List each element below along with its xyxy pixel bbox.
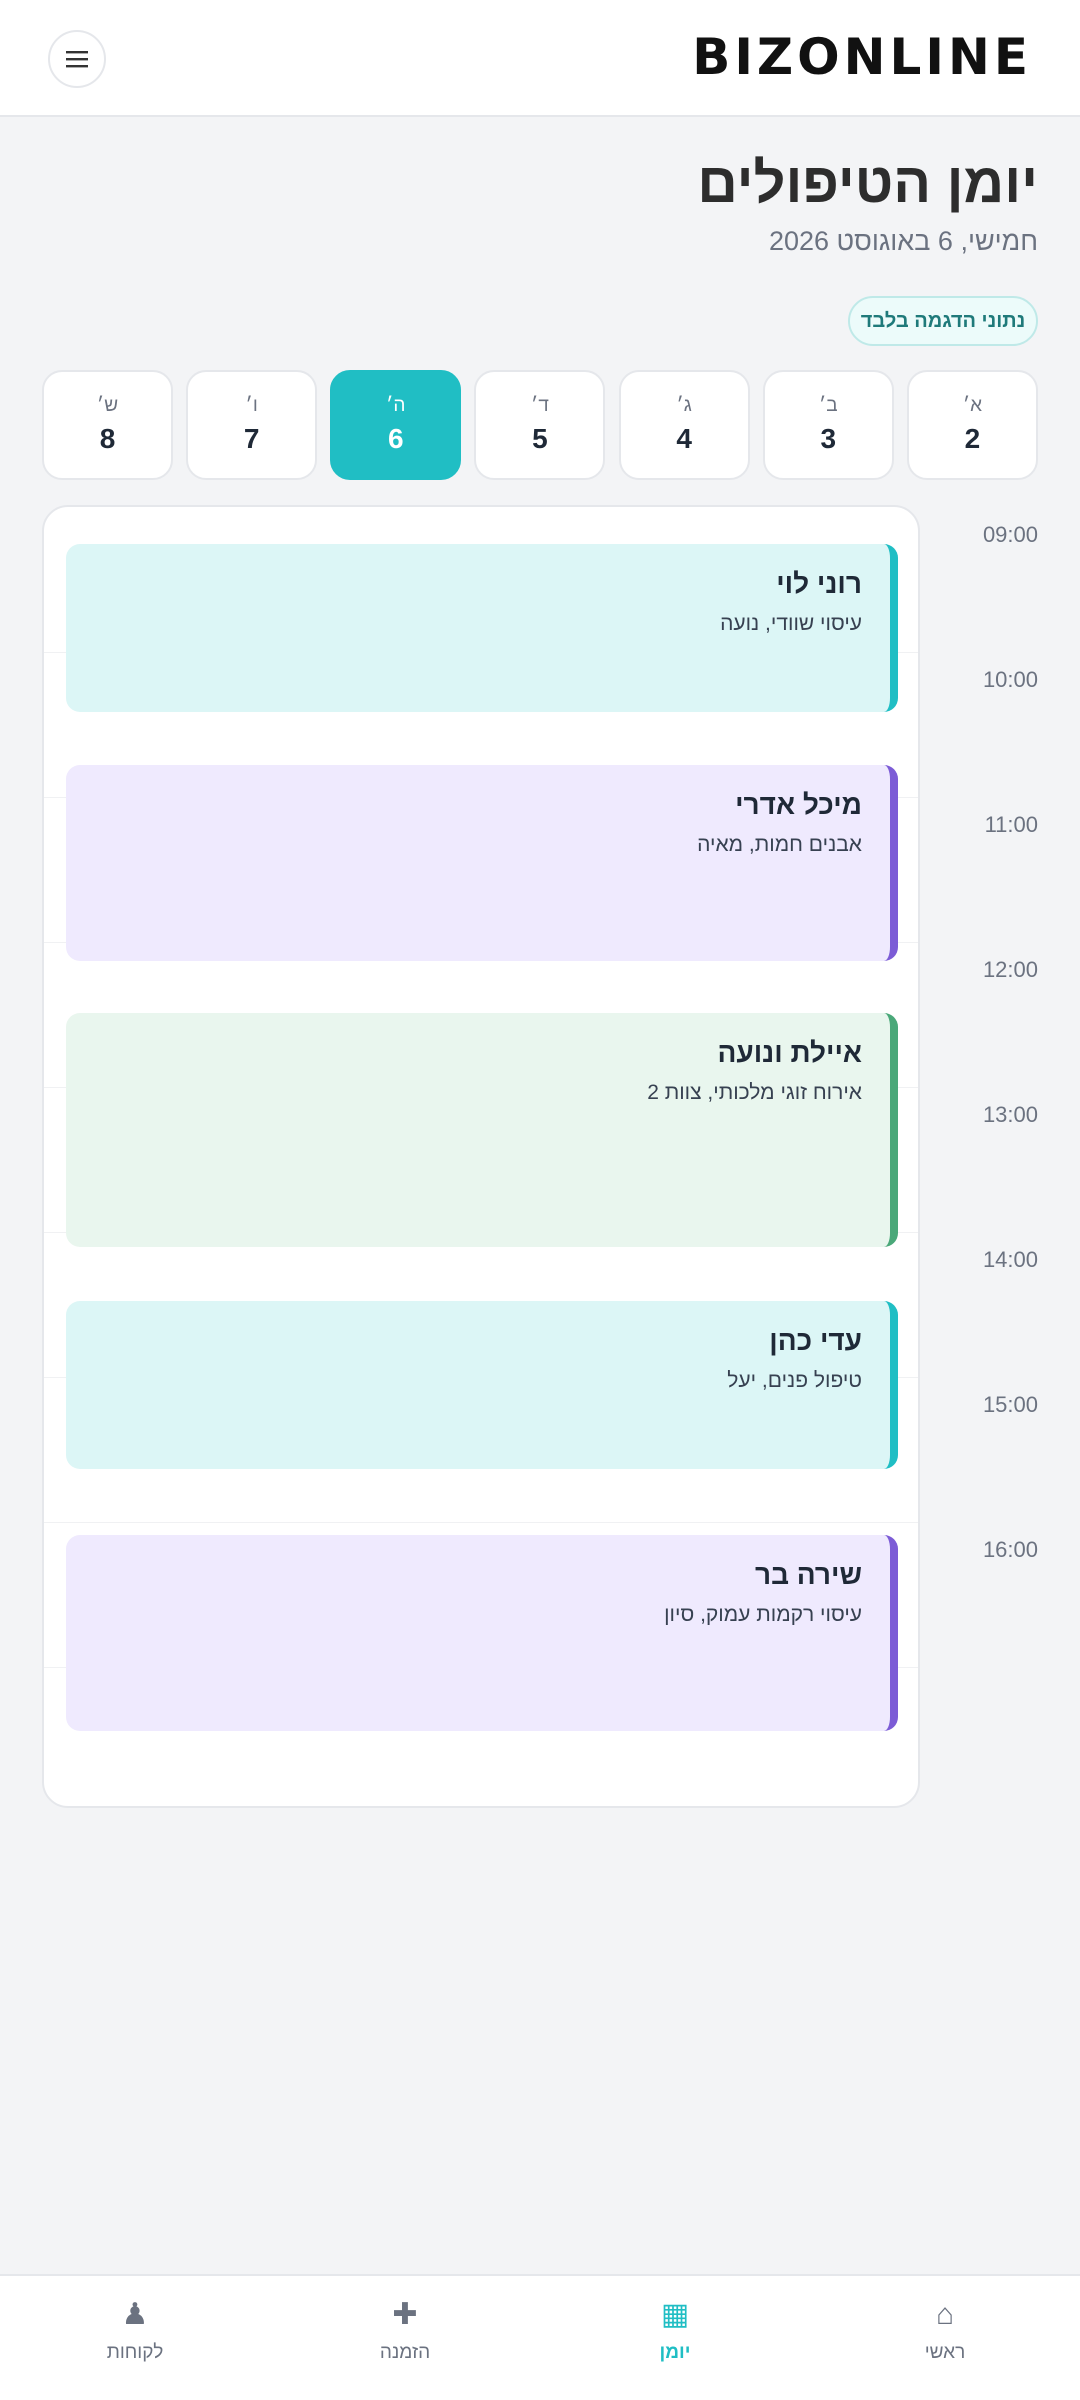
- day-name: ש׳: [96, 395, 119, 416]
- page-title: יומן הטיפולים: [697, 151, 1038, 214]
- day-number: 6: [388, 423, 404, 454]
- home-icon: ⌂: [935, 2298, 955, 2331]
- time-label: 12:00: [982, 957, 1038, 982]
- nav-booking[interactable]: ✚ הזמנה: [275, 2276, 535, 2400]
- nav-clients[interactable]: ♟ לקוחות: [5, 2276, 265, 2400]
- menu-icon: [66, 51, 88, 68]
- treatment-detail: אבנים חמות, מאיה: [697, 833, 862, 856]
- day-selector: א׳ 2 ב׳ 3 ג׳ 4 ד׳ 5 ה׳ 6 ו׳ 7 ש׳ 8: [42, 370, 1038, 480]
- appointment-card[interactable]: עדי כהן טיפול פנים, יעל: [66, 1301, 898, 1469]
- client-name: איילת ונועה: [717, 1037, 862, 1068]
- nav-home[interactable]: ⌂ ראשי: [815, 2276, 1075, 2400]
- nav-label: לקוחות: [106, 2342, 164, 2363]
- client-name: רוני לוי: [776, 568, 862, 599]
- bottom-navigation: ⌂ ראשי ▦ יומן ✚ הזמנה ♟ לקוחות: [0, 2274, 1080, 2400]
- time-label: 16:00: [982, 1537, 1038, 1562]
- appointment-card[interactable]: איילת ונועה אירוח זוגי מלכותי, צוות 2: [66, 1013, 898, 1247]
- time-label: 10:00: [982, 667, 1038, 692]
- user-icon: ♟: [121, 2298, 149, 2331]
- day-name: ג׳: [676, 395, 692, 416]
- day-tuesday[interactable]: ג׳ 4: [618, 370, 750, 480]
- client-name: מיכל אדרי: [735, 789, 862, 820]
- brand-logo[interactable]: BIZONLINE: [692, 32, 1032, 82]
- nav-label: יומן: [659, 2342, 691, 2363]
- treatment-detail: עיסוי רקמות עמוק, סיון: [664, 1603, 862, 1626]
- day-saturday[interactable]: ש׳ 8: [42, 370, 173, 480]
- time-label: 11:00: [984, 812, 1038, 837]
- calendar-icon: ▦: [660, 2298, 690, 2331]
- app-header: BIZONLINE: [0, 0, 1080, 117]
- day-friday[interactable]: ו׳ 7: [186, 370, 318, 480]
- day-number: 3: [820, 423, 837, 454]
- client-name: שירה בר: [754, 1559, 862, 1590]
- nav-calendar[interactable]: ▦ יומן: [545, 2276, 805, 2400]
- demo-badge: נתוני הדגמה בלבד: [848, 296, 1038, 346]
- day-name: ד׳: [531, 395, 549, 416]
- time-label: 13:00: [982, 1102, 1038, 1127]
- hour-divider: [44, 1522, 918, 1523]
- time-label: 09:00: [982, 522, 1038, 547]
- day-sunday[interactable]: א׳ 2: [906, 370, 1038, 480]
- treatment-detail: עיסוי שוודי, נועה: [720, 612, 862, 635]
- treatment-detail: טיפול פנים, יעל: [727, 1369, 862, 1392]
- day-monday[interactable]: ב׳ 3: [762, 370, 894, 480]
- appointment-card[interactable]: שירה בר עיסוי רקמות עמוק, סיון: [66, 1535, 898, 1731]
- day-number: 2: [964, 423, 981, 454]
- day-name: א׳: [962, 395, 983, 416]
- treatment-detail: אירוח זוגי מלכותי, צוות 2: [647, 1081, 862, 1104]
- day-thursday-selected[interactable]: ה׳ 6: [330, 370, 462, 480]
- time-label: 14:00: [982, 1247, 1038, 1272]
- nav-label: ראשי: [924, 2342, 966, 2363]
- appointment-card[interactable]: רוני לוי עיסוי שוודי, נועה: [66, 544, 898, 712]
- day-name: ו׳: [245, 395, 258, 416]
- day-name: ב׳: [818, 395, 838, 416]
- client-name: עדי כהן: [769, 1325, 862, 1356]
- time-label: 15:00: [982, 1392, 1038, 1417]
- day-wednesday[interactable]: ד׳ 5: [474, 370, 606, 480]
- page-subtitle: חמישי, 6 באוגוסט 2026: [768, 226, 1038, 256]
- day-number: 7: [243, 423, 260, 454]
- day-number: 4: [676, 423, 692, 454]
- day-number: 5: [532, 423, 548, 454]
- nav-label: הזמנה: [379, 2342, 431, 2363]
- schedule-panel: רוני לוי עיסוי שוודי, נועה מיכל אדרי אבנ…: [42, 505, 920, 1808]
- day-name: ה׳: [386, 395, 406, 416]
- plus-icon: ✚: [392, 2298, 418, 2331]
- appointment-card[interactable]: מיכל אדרי אבנים חמות, מאיה: [66, 765, 898, 961]
- menu-button[interactable]: [48, 30, 106, 88]
- day-number: 8: [99, 423, 116, 454]
